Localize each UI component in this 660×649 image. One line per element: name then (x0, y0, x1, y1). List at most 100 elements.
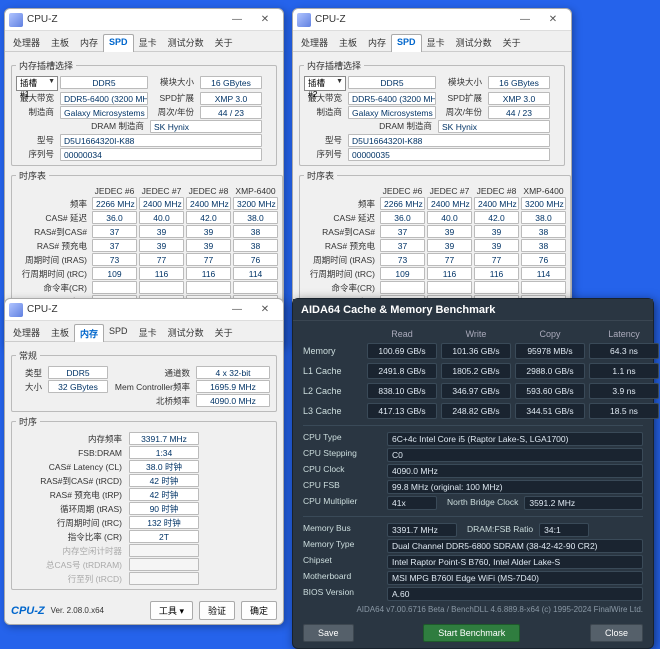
modsize-label: 模块大小 (438, 76, 486, 91)
titlebar[interactable]: CPU-Z — ✕ (5, 9, 283, 31)
mb-label: Motherboard (303, 571, 387, 585)
timing-cell: 39 (474, 239, 519, 252)
minimize-button[interactable]: — (511, 11, 539, 29)
tab-spd[interactable]: SPD (391, 34, 422, 52)
window-title: CPU-Z (27, 304, 223, 315)
tab-bench[interactable]: 测试分数 (162, 33, 210, 51)
aida-cell: 344.51 GB/s (515, 403, 585, 419)
modsize-value: 16 GBytes (488, 76, 550, 89)
timing-cell: 116 (186, 267, 231, 280)
timing-header: XMP-6400 (233, 186, 278, 196)
timing-cell: 36.0 (380, 211, 425, 224)
validate-button[interactable]: 验证 (199, 601, 235, 620)
timing-cell: 38 (233, 225, 278, 238)
minimize-button[interactable]: — (223, 301, 251, 319)
timing-row-label: 频率 (16, 198, 90, 210)
tab-graphics[interactable]: 显卡 (421, 33, 451, 51)
tab-bench[interactable]: 测试分数 (162, 323, 210, 341)
timing-cell: 77 (427, 253, 472, 266)
timing-cell: 42.0 (186, 211, 231, 224)
aida64-window: AIDA64 Cache & Memory Benchmark Read Writ… (292, 298, 654, 649)
close-button[interactable]: Close (590, 624, 643, 642)
aida-col-header: Write (441, 329, 511, 339)
timing-cell: 42.0 (474, 211, 519, 224)
tab-memory[interactable]: 内存 (74, 33, 104, 51)
timing-cell (139, 281, 184, 294)
tab-bench[interactable]: 测试分数 (450, 33, 498, 51)
timing-cell: 39 (139, 239, 184, 252)
tab-graphics[interactable]: 显卡 (133, 33, 163, 51)
mem-type: DDR5 (348, 76, 436, 89)
modsize-label: 模块大小 (150, 76, 198, 91)
timing-row-label: CAS# 延迟 (304, 212, 378, 224)
mbus-value: 3391.7 MHz (387, 523, 457, 537)
close-button[interactable]: ✕ (539, 11, 567, 29)
cpuz-icon (297, 13, 311, 27)
tab-mainboard[interactable]: 主板 (45, 323, 75, 341)
cr-value: 2T (129, 530, 199, 543)
channel-value: 4 x 32-bit (196, 366, 270, 379)
timing-cell: 39 (474, 225, 519, 238)
slot-select[interactable]: 插槽 #2 (304, 76, 346, 91)
timing-cell: 114 (521, 267, 566, 280)
aida-cell: 248.82 GB/s (441, 403, 511, 419)
tab-memory[interactable]: 内存 (74, 324, 104, 342)
serial-label: 序列号 (16, 148, 58, 161)
cr-label: 指令比率 (CR) (16, 531, 126, 543)
timing-row-label: RAS#到CAS# (304, 226, 378, 238)
trcd-value: 42 时钟 (129, 474, 199, 487)
slot-select[interactable]: 插槽 #1 (16, 76, 58, 91)
timing-row-label: 行周期时间 (tRC) (16, 268, 90, 280)
minimize-button[interactable]: — (223, 11, 251, 29)
tab-about[interactable]: 关于 (209, 323, 239, 341)
timing-header: JEDEC #6 (92, 186, 137, 196)
mult-value: 41x (387, 496, 437, 510)
tab-graphics[interactable]: 显卡 (133, 323, 163, 341)
general-legend: 常规 (16, 349, 40, 362)
timing-header: XMP-6400 (521, 186, 566, 196)
save-button[interactable]: Save (303, 624, 354, 642)
close-button[interactable]: ✕ (251, 301, 279, 319)
idle-value (129, 544, 199, 557)
start-benchmark-button[interactable]: Start Benchmark (423, 624, 520, 642)
tab-about[interactable]: 关于 (497, 33, 527, 51)
tab-cpu[interactable]: 处理器 (295, 33, 334, 51)
close-button[interactable]: ✕ (251, 11, 279, 29)
aida-col-header: Read (367, 329, 437, 339)
week-label: 周次/年份 (150, 106, 198, 119)
tab-cpu[interactable]: 处理器 (7, 33, 46, 51)
timing-cell: 38.0 (233, 211, 278, 224)
mc-label: Mem Controller频率 (110, 381, 194, 393)
window-title: CPU-Z (27, 14, 223, 25)
tab-about[interactable]: 关于 (209, 33, 239, 51)
ok-button[interactable]: 确定 (241, 601, 277, 620)
cpuz-window-spd-1: CPU-Z — ✕ 处理器 主板 内存 SPD 显卡 测试分数 关于 内存插槽选… (4, 8, 284, 348)
tab-mainboard[interactable]: 主板 (333, 33, 363, 51)
slot-select-group: 内存插槽选择 插槽 #2 DDR5 模块大小 16 GBytes 最大带宽 DD… (299, 59, 565, 166)
step-label: CPU Stepping (303, 448, 387, 462)
tab-mainboard[interactable]: 主板 (45, 33, 75, 51)
timing-cell: 2400 MHz (427, 197, 472, 210)
aida-cell: 593.60 GB/s (515, 383, 585, 399)
aida-cell: 3.9 ns (589, 383, 659, 399)
tab-spd[interactable]: SPD (103, 323, 134, 341)
tab-bar: 处理器 主板 内存 SPD 显卡 测试分数 关于 (5, 321, 283, 342)
aida-cell: 1805.2 GB/s (441, 363, 511, 379)
timing-cell: 116 (139, 267, 184, 280)
mfg-value: Galaxy Microsystems Ltd. (60, 106, 148, 119)
tab-spd[interactable]: SPD (103, 34, 134, 52)
tab-memory[interactable]: 内存 (362, 33, 392, 51)
aida-title[interactable]: AIDA64 Cache & Memory Benchmark (293, 299, 653, 321)
part-label: 型号 (304, 134, 346, 147)
serial-value: 00000034 (60, 148, 262, 161)
titlebar[interactable]: CPU-Z — ✕ (293, 9, 571, 31)
step-value: C0 (387, 448, 643, 462)
timing-cell (186, 281, 231, 294)
timing-cell: 39 (427, 239, 472, 252)
trc-label: 行周期时间 (tRC) (16, 517, 126, 529)
serial-label: 序列号 (304, 148, 346, 161)
titlebar[interactable]: CPU-Z — ✕ (5, 299, 283, 321)
tab-cpu[interactable]: 处理器 (7, 323, 46, 341)
tools-button[interactable]: 工具 ▾ (150, 601, 193, 620)
timing-header: JEDEC #7 (139, 186, 184, 196)
